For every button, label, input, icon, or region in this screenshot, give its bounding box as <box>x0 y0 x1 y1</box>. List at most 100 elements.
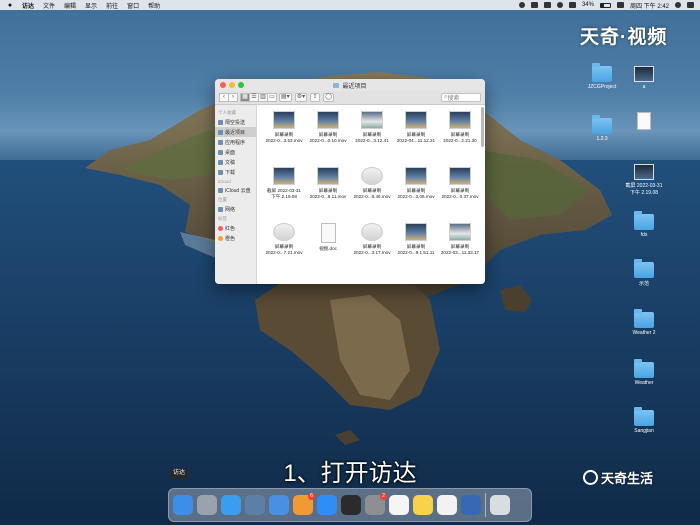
status-app-icon[interactable] <box>543 2 551 8</box>
sidebar-item-label: 红色 <box>225 225 236 232</box>
forward-button[interactable]: › <box>228 93 238 102</box>
quicktime-icon[interactable] <box>461 495 481 515</box>
video-thumbnail-icon <box>405 223 427 241</box>
apple-menu-icon[interactable]: ● <box>6 2 14 9</box>
sidebar-item[interactable]: 桌面 <box>215 147 256 157</box>
file-item[interactable]: 屏幕录制 2022-0...3.17.mov <box>350 221 394 277</box>
file-item[interactable]: 屏幕录制 2022-0...3.06.mov <box>394 165 438 221</box>
file-item[interactable]: 屏幕录制 2022-0...7.21.mov <box>262 221 306 277</box>
desktop-icon[interactable]: a <box>624 66 664 90</box>
file-item[interactable]: 视频.doc <box>306 221 350 277</box>
notification-center-icon[interactable] <box>687 2 694 8</box>
video-thumbnail-icon <box>361 223 383 241</box>
spotlight-icon[interactable] <box>675 2 681 8</box>
menu-view[interactable]: 显示 <box>85 1 97 10</box>
trash-icon[interactable] <box>490 495 510 515</box>
desktop-icon-label: fds <box>640 232 648 238</box>
battery-percent: 34% <box>581 2 594 8</box>
menu-bar: ● 访达 文件 编辑 显示 前往 窗口 帮助 34% 周四 下午 2:42 <box>0 0 700 10</box>
file-subname: 下午 2.19.08 <box>271 194 297 199</box>
desktop-icon[interactable]: Weather 2 <box>624 309 664 336</box>
desktop-icon[interactable]: fds <box>624 211 664 238</box>
sidebar-item[interactable]: 应用程序 <box>215 137 256 147</box>
desktop-icon-label: JZCGProject <box>587 84 617 90</box>
desktop-icon[interactable] <box>624 112 664 132</box>
file-item[interactable]: 屏幕录制 2022-03...11.33.17 <box>438 221 482 277</box>
desktop-icon[interactable]: 截屏 2022-03-31 下午 2.19.08 <box>624 164 664 196</box>
desktop-icon[interactable]: JZCGProject <box>582 63 622 90</box>
sidebar-item[interactable]: 最近项目 <box>215 127 256 137</box>
action-gear-icon[interactable]: ⚙▾ <box>294 93 308 102</box>
file-item[interactable]: 屏幕录制 2022-0...8.46.mov <box>350 165 394 221</box>
status-app-icon[interactable] <box>530 2 538 8</box>
pages-icon[interactable]: 6 <box>293 493 315 515</box>
file-item[interactable]: 截屏 2022-03-31 下午 2.19.08 <box>262 165 306 221</box>
system-preferences-icon[interactable]: 2 <box>365 493 387 515</box>
menu-go[interactable]: 前往 <box>106 1 118 10</box>
app-store-icon[interactable] <box>317 495 337 515</box>
input-source-icon[interactable] <box>616 2 624 8</box>
file-item[interactable]: 屏幕录制 2022-0...0.37.mov <box>438 165 482 221</box>
folder-icon <box>634 259 654 278</box>
desktop-icon[interactable]: Sangjian <box>624 407 664 434</box>
status-app-icon[interactable] <box>518 2 525 8</box>
sidebar-item[interactable]: iCloud 云盘 <box>215 185 256 195</box>
qq-icon[interactable] <box>389 495 409 515</box>
tag-color-icon <box>218 225 223 231</box>
menu-file[interactable]: 文件 <box>43 1 55 10</box>
file-subname: 2022-0...9.1.51.11 <box>397 250 435 255</box>
desktop-icon[interactable]: 1.2.3 <box>582 115 622 142</box>
file-item[interactable]: 屏幕录制 2022-0...3.53.mov <box>262 109 306 165</box>
folder-icon <box>634 407 654 426</box>
menu-window[interactable]: 窗口 <box>127 1 139 10</box>
file-item[interactable]: 屏幕录制 2022-04...11.12.21 <box>394 109 438 165</box>
gallery-view-button[interactable]: ▭ <box>267 93 277 102</box>
files-icon[interactable] <box>269 495 289 515</box>
file-item[interactable]: 屏幕录制 2022-0...0.10.mov <box>306 109 350 165</box>
close-icon[interactable] <box>220 82 226 88</box>
file-item[interactable]: 屏幕录制 2022-0...9.1.51.11 <box>394 221 438 277</box>
desktop-icon-label: a <box>642 84 646 90</box>
file-subname: 2022-0...0.37.mov <box>441 194 479 199</box>
menubar-clock[interactable]: 周四 下午 2:42 <box>630 1 669 10</box>
menu-app-name[interactable]: 访达 <box>22 1 34 10</box>
sidebar-item[interactable]: 红色 <box>215 223 256 233</box>
volume-icon[interactable] <box>568 2 576 8</box>
vertical-scrollbar[interactable] <box>481 107 484 147</box>
sidebar-item[interactable]: 下载 <box>215 167 256 177</box>
safari-icon[interactable] <box>221 495 241 515</box>
sidebar-item[interactable]: 文稿 <box>215 157 256 167</box>
qq-2-icon[interactable] <box>437 495 457 515</box>
file-item[interactable]: 屏幕录制 2022-0...2.21.30 <box>438 109 482 165</box>
wifi-icon[interactable] <box>556 2 563 8</box>
menu-help[interactable]: 帮助 <box>148 1 160 10</box>
minimize-icon[interactable] <box>229 82 235 88</box>
search-input[interactable]: ⌕ 搜索 <box>441 93 481 102</box>
finder-icon[interactable] <box>173 495 193 515</box>
desktop-icon[interactable]: Weather <box>624 359 664 386</box>
brand-logo-text: 天奇生活 <box>601 471 654 486</box>
xcode-icon[interactable] <box>245 495 265 515</box>
video-thumbnail-icon <box>449 167 471 185</box>
video-thumbnail-icon <box>405 167 427 185</box>
video-thumbnail-icon <box>449 223 471 241</box>
sidebar-item[interactable]: 隔空投送 <box>215 117 256 127</box>
desktop-icon[interactable]: 示范 <box>624 259 664 287</box>
sidebar-item[interactable]: 网络 <box>215 204 256 214</box>
file-subname: 2022-0...3.12.41 <box>355 138 389 143</box>
file-subname: 2022-04...11.12.21 <box>396 138 436 143</box>
notes-icon[interactable] <box>413 495 433 515</box>
terminal-icon[interactable] <box>341 495 361 515</box>
sidebar-item-label: 最近项目 <box>225 129 246 136</box>
launchpad-icon[interactable] <box>197 495 217 515</box>
menu-edit[interactable]: 编辑 <box>64 1 76 10</box>
fullscreen-icon[interactable] <box>238 82 244 88</box>
group-by-button[interactable]: ▤▾ <box>279 93 292 102</box>
share-icon[interactable]: ⇪ <box>310 93 321 102</box>
tag-icon[interactable]: ◯ <box>323 93 334 102</box>
file-item[interactable]: 屏幕录制 2022-0...3.12.41 <box>350 109 394 165</box>
finder-titlebar[interactable]: 最近项目 <box>215 79 485 91</box>
file-item[interactable]: 屏幕录制 2022-0...8.11.mov <box>306 165 350 221</box>
sidebar-item[interactable]: 橙色 <box>215 233 256 243</box>
battery-icon[interactable] <box>599 2 611 8</box>
